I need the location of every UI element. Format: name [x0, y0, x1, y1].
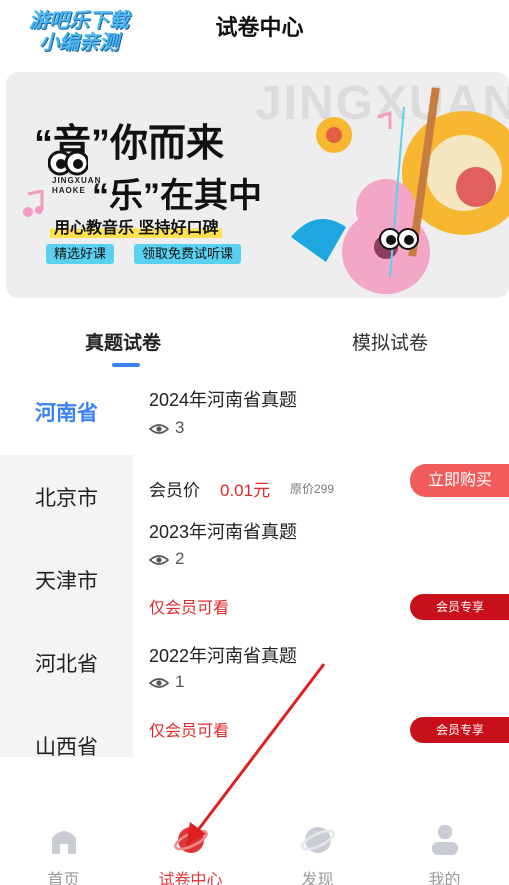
guitar-illustration-icon	[291, 87, 509, 294]
tag-featured-courses[interactable]: 精选好课	[46, 244, 115, 264]
music-note-icon	[23, 190, 44, 217]
banner-brand: JINGXUAN HAOKE	[52, 176, 101, 196]
promo-banner[interactable]: JINGXUAN “音”你而来 “乐”在其中 JINGXUAN HAOKE 用心…	[6, 72, 509, 298]
sidebar-item-henan[interactable]: 河南省	[0, 372, 133, 455]
mascot-eyes-icon	[48, 150, 88, 176]
paper-type-tabs: 真题试卷 模拟试卷	[0, 320, 509, 370]
paper-views-2022: 1	[149, 672, 184, 692]
paper-title-2024[interactable]: 2024年河南省真题	[149, 386, 297, 412]
sidebar-item-tianjin[interactable]: 天津市	[0, 540, 133, 623]
paper-title-2023[interactable]: 2023年河南省真题	[149, 518, 297, 544]
banner-headline-2: “乐”在其中	[92, 177, 262, 215]
banner-brand-line2: HAOKE	[52, 186, 86, 195]
original-price: 原价299	[290, 482, 335, 496]
view-count: 1	[175, 672, 185, 691]
discover-icon	[300, 827, 335, 853]
nav-profile-label: 我的	[428, 872, 461, 885]
nav-profile[interactable]: 我的	[381, 812, 508, 885]
exam-center-icon	[173, 827, 208, 853]
banner-slogan: 用心教音乐 坚持好口碑	[50, 214, 223, 238]
nav-exam-center-label: 试卷中心	[158, 872, 223, 885]
member-only-label: 仅会员可看	[149, 600, 230, 617]
home-icon	[51, 831, 76, 854]
eye-icon	[149, 554, 169, 565]
page-title: 试卷中心	[215, 15, 304, 40]
sidebar-item-hebei[interactable]: 河北省	[0, 623, 133, 706]
profile-icon	[431, 825, 458, 855]
banner-brand-line1: JINGXUAN	[52, 176, 102, 185]
paper-views-2023: 2	[149, 549, 184, 569]
member-price-label: 会员价	[149, 481, 200, 500]
header: 游吧乐下载 小编亲测 试卷中心	[0, 0, 509, 60]
bottom-navigation: 首页 试卷中心 发现 我的	[0, 812, 509, 885]
sidebar-item-shanxi[interactable]: 山西省	[0, 706, 133, 757]
vip-exclusive-button[interactable]: 会员专享	[410, 717, 509, 743]
view-count: 2	[175, 549, 185, 568]
eye-icon	[149, 677, 169, 688]
tag-free-trial[interactable]: 领取免费试听课	[134, 244, 242, 264]
member-price: 0.01元	[220, 481, 271, 500]
tab-active-indicator	[112, 363, 140, 367]
nav-home[interactable]: 首页	[0, 812, 127, 885]
paper-views-2024: 3	[149, 418, 184, 438]
nav-discover-label: 发现	[301, 872, 334, 885]
tab-real-exam[interactable]: 真题试卷	[85, 328, 161, 355]
eye-icon	[149, 423, 169, 434]
sidebar-item-beijing[interactable]: 北京市	[0, 457, 133, 540]
vip-exclusive-button[interactable]: 会员专享	[410, 594, 509, 620]
nav-discover[interactable]: 发现	[254, 812, 381, 885]
view-count: 3	[175, 418, 185, 437]
paper-list: 2024年河南省真题 3 会员价 0.01元 原价299 立即购买 2023年河…	[133, 372, 509, 757]
nav-exam-center[interactable]: 试卷中心	[127, 812, 254, 885]
member-only-label: 仅会员可看	[149, 723, 230, 740]
buy-now-button[interactable]: 立即购买	[410, 464, 509, 497]
tab-mock-exam[interactable]: 模拟试卷	[352, 328, 428, 355]
paper-title-2022[interactable]: 2022年河南省真题	[149, 642, 297, 668]
province-sidebar: 河南省 北京市 天津市 河北省 山西省	[0, 372, 133, 757]
nav-home-label: 首页	[47, 872, 80, 885]
